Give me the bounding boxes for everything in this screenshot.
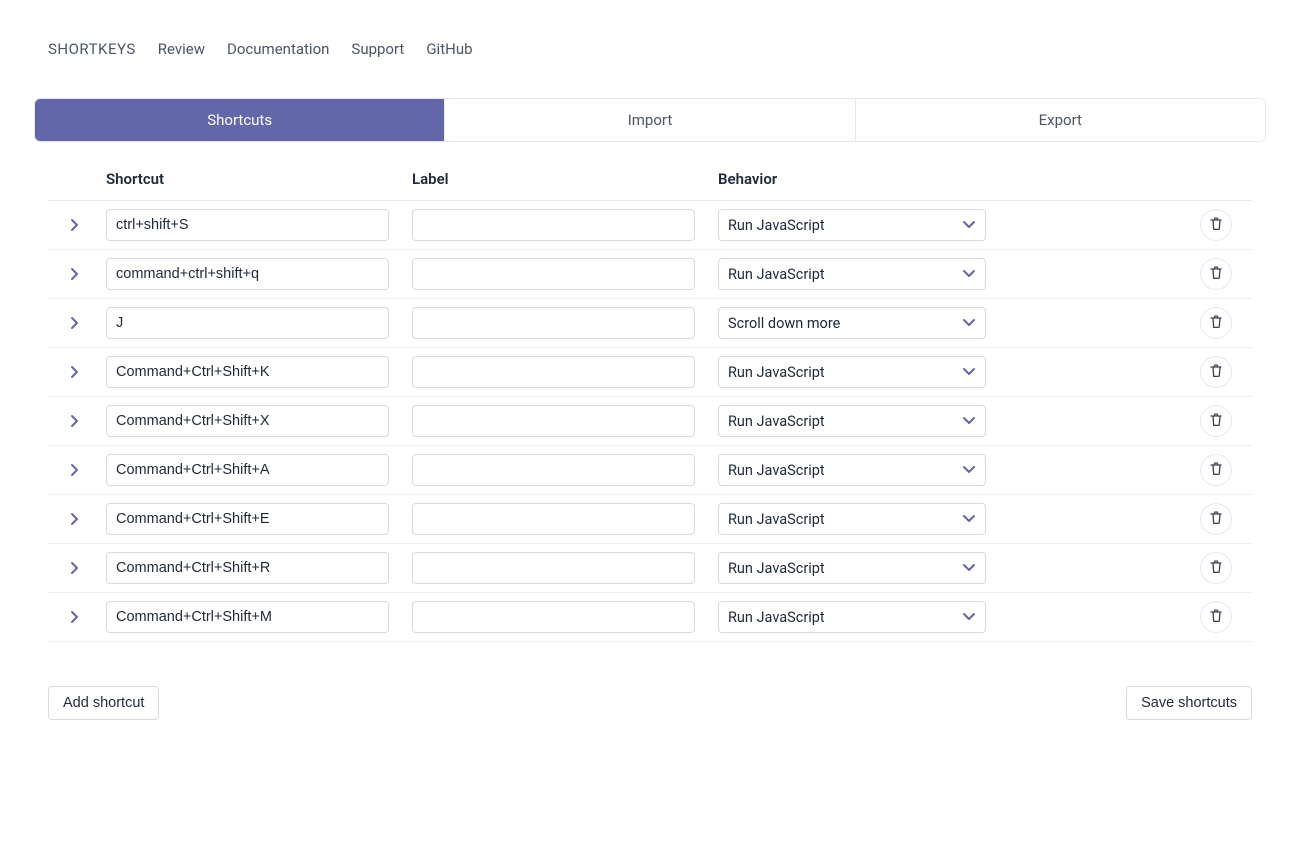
col-label: Label	[408, 170, 714, 188]
main-tabs: Shortcuts Import Export	[34, 98, 1266, 142]
delete-button[interactable]	[1200, 356, 1232, 388]
chevron-right-icon[interactable]	[67, 462, 83, 478]
nav-link-documentation[interactable]: Documentation	[227, 40, 329, 58]
shortcut-input[interactable]	[106, 307, 389, 339]
delete-button[interactable]	[1200, 552, 1232, 584]
behavior-select[interactable]: Run JavaScript	[718, 209, 986, 241]
chevron-right-icon[interactable]	[67, 364, 83, 380]
nav-brand[interactable]: SHORTKEYS	[48, 40, 136, 58]
chevron-right-icon[interactable]	[67, 315, 83, 331]
tab-shortcuts[interactable]: Shortcuts	[35, 99, 444, 141]
label-input[interactable]	[412, 258, 695, 290]
table-row: Run JavaScript	[48, 397, 1252, 446]
table-header: Shortcut Label Behavior	[48, 160, 1252, 201]
delete-button[interactable]	[1200, 601, 1232, 633]
chevron-right-icon[interactable]	[67, 217, 83, 233]
chevron-right-icon[interactable]	[67, 511, 83, 527]
table-row: Run JavaScript	[48, 593, 1252, 642]
label-input[interactable]	[412, 454, 695, 486]
nav-link-review[interactable]: Review	[158, 40, 205, 58]
behavior-select[interactable]: Run JavaScript	[718, 258, 986, 290]
trash-icon	[1208, 216, 1224, 235]
label-input[interactable]	[412, 503, 695, 535]
shortcut-input[interactable]	[106, 405, 389, 437]
shortcut-input[interactable]	[106, 552, 389, 584]
table-row: Run JavaScript	[48, 348, 1252, 397]
table-row: Scroll down more	[48, 299, 1252, 348]
table-row: Run JavaScript	[48, 446, 1252, 495]
trash-icon	[1208, 363, 1224, 382]
behavior-select[interactable]: Run JavaScript	[718, 503, 986, 535]
table-row: Run JavaScript	[48, 201, 1252, 250]
table-row: Run JavaScript	[48, 495, 1252, 544]
nav-link-support[interactable]: Support	[351, 40, 404, 58]
label-input[interactable]	[412, 405, 695, 437]
label-input[interactable]	[412, 307, 695, 339]
shortcut-input[interactable]	[106, 503, 389, 535]
delete-button[interactable]	[1200, 454, 1232, 486]
behavior-select[interactable]: Run JavaScript	[718, 601, 986, 633]
delete-button[interactable]	[1200, 209, 1232, 241]
label-input[interactable]	[412, 552, 695, 584]
behavior-select[interactable]: Run JavaScript	[718, 356, 986, 388]
behavior-select[interactable]: Run JavaScript	[718, 454, 986, 486]
chevron-right-icon[interactable]	[67, 413, 83, 429]
tab-import[interactable]: Import	[444, 99, 854, 141]
trash-icon	[1208, 559, 1224, 578]
label-input[interactable]	[412, 356, 695, 388]
col-shortcut: Shortcut	[102, 170, 408, 188]
save-shortcuts-button[interactable]: Save shortcuts	[1126, 686, 1252, 720]
shortcut-input[interactable]	[106, 209, 389, 241]
shortcut-input[interactable]	[106, 258, 389, 290]
chevron-right-icon[interactable]	[67, 560, 83, 576]
delete-button[interactable]	[1200, 405, 1232, 437]
add-shortcut-button[interactable]: Add shortcut	[48, 686, 159, 720]
chevron-right-icon[interactable]	[67, 266, 83, 282]
tab-export[interactable]: Export	[855, 99, 1265, 141]
trash-icon	[1208, 461, 1224, 480]
trash-icon	[1208, 314, 1224, 333]
col-behavior: Behavior	[714, 170, 990, 188]
shortcut-input[interactable]	[106, 454, 389, 486]
table-row: Run JavaScript	[48, 544, 1252, 593]
top-nav: SHORTKEYS Review Documentation Support G…	[48, 40, 1252, 58]
delete-button[interactable]	[1200, 503, 1232, 535]
behavior-select[interactable]: Scroll down more	[718, 307, 986, 339]
label-input[interactable]	[412, 209, 695, 241]
table-row: Run JavaScript	[48, 250, 1252, 299]
shortcut-input[interactable]	[106, 601, 389, 633]
chevron-right-icon[interactable]	[67, 609, 83, 625]
delete-button[interactable]	[1200, 307, 1232, 339]
delete-button[interactable]	[1200, 258, 1232, 290]
trash-icon	[1208, 265, 1224, 284]
trash-icon	[1208, 510, 1224, 529]
nav-link-github[interactable]: GitHub	[426, 40, 472, 58]
shortcut-input[interactable]	[106, 356, 389, 388]
behavior-select[interactable]: Run JavaScript	[718, 405, 986, 437]
trash-icon	[1208, 412, 1224, 431]
behavior-select[interactable]: Run JavaScript	[718, 552, 986, 584]
label-input[interactable]	[412, 601, 695, 633]
trash-icon	[1208, 608, 1224, 627]
